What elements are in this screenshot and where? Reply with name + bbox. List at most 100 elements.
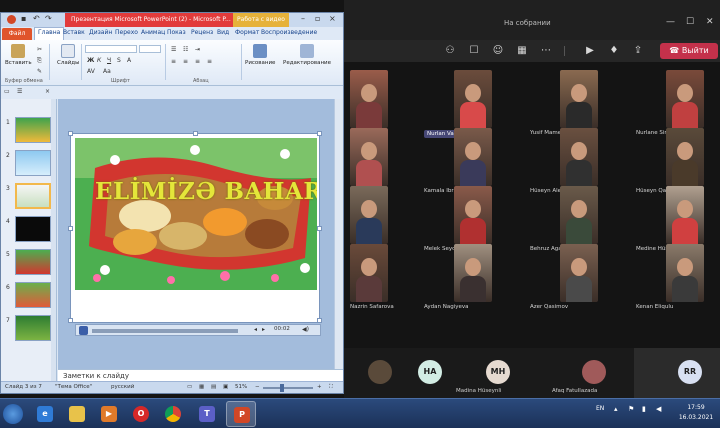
zoom-in-icon[interactable]: +: [317, 384, 322, 390]
resize-handle[interactable]: [68, 131, 73, 136]
participant-video-tile[interactable]: [454, 70, 492, 128]
volume-icon[interactable]: ◀): [302, 326, 309, 333]
participant-video-tile[interactable]: [666, 244, 704, 302]
taskbar-powerpoint[interactable]: P: [226, 401, 256, 427]
slide-thumbnail[interactable]: [15, 117, 51, 143]
tab-insert[interactable]: Вставк: [63, 29, 85, 36]
spacing-icon[interactable]: AV: [87, 68, 95, 75]
justify-icon[interactable]: ≡: [207, 58, 212, 65]
notes-pane[interactable]: Заметки к слайду: [58, 369, 343, 381]
participant-video-tile[interactable]: [666, 128, 704, 186]
video-tools-context-tab[interactable]: Работа с видео: [233, 13, 289, 27]
editing-button[interactable]: Редактирование: [283, 44, 331, 66]
share-screen-icon[interactable]: ⇪: [632, 45, 644, 57]
underline-icon[interactable]: Ч: [107, 57, 111, 64]
network-icon[interactable]: ▮: [642, 405, 646, 413]
tray-expand-icon[interactable]: ▴: [614, 405, 618, 413]
cut-icon[interactable]: ✂: [37, 46, 42, 53]
microphone-icon[interactable]: ♦: [608, 45, 620, 57]
participant-avatar[interactable]: HA: [418, 360, 442, 384]
participant-video-tile[interactable]: [350, 70, 388, 128]
bold-icon[interactable]: Ж: [87, 57, 94, 64]
participant-video-tile[interactable]: [350, 244, 388, 302]
slide-thumbnail[interactable]: [15, 249, 51, 275]
font-name-box[interactable]: [85, 45, 137, 53]
chat-icon[interactable]: ☐: [468, 45, 480, 57]
slide-thumbnail[interactable]: [15, 315, 51, 341]
copy-icon[interactable]: ⎘: [37, 57, 42, 65]
keyboard-language[interactable]: EN: [596, 405, 604, 412]
taskbar-explorer[interactable]: [62, 401, 92, 427]
rooms-icon[interactable]: ▦: [516, 45, 528, 57]
tab-slideshow[interactable]: Показ: [167, 29, 186, 36]
step-forward-icon[interactable]: ▸: [262, 326, 265, 333]
fit-slide-icon[interactable]: ⛶: [329, 384, 333, 391]
participant-video-tile[interactable]: [560, 244, 598, 302]
participant-video-tile[interactable]: [350, 186, 388, 244]
slideshow-view-icon[interactable]: ▣: [223, 384, 228, 390]
align-left-icon[interactable]: ≡: [171, 58, 176, 65]
zoom-out-icon[interactable]: −: [255, 384, 260, 390]
resize-handle[interactable]: [193, 131, 198, 136]
participant-video-tile[interactable]: [560, 70, 598, 128]
font-color-icon[interactable]: A: [127, 57, 131, 64]
drawing-button[interactable]: Рисование: [245, 44, 275, 66]
tab-outline-pane[interactable]: ☰: [17, 88, 22, 95]
participant-video-tile[interactable]: [666, 186, 704, 244]
resize-handle[interactable]: [317, 226, 322, 231]
participant-avatar[interactable]: MH: [486, 360, 510, 384]
language-indicator[interactable]: русский: [111, 384, 134, 390]
resize-handle[interactable]: [317, 318, 322, 323]
reactions-icon[interactable]: ☺: [492, 45, 504, 57]
participant-avatar[interactable]: [368, 360, 392, 384]
tab-animations[interactable]: Анимац: [141, 29, 165, 36]
video-object[interactable]: ELİMİZƏ BAHAR: [75, 138, 317, 290]
close-icon[interactable]: ✕: [706, 17, 714, 27]
step-back-icon[interactable]: ◂: [254, 326, 257, 333]
strikethrough-icon[interactable]: S: [117, 57, 121, 64]
taskbar-chrome[interactable]: [158, 401, 188, 427]
camera-icon[interactable]: ▶: [584, 45, 596, 57]
tab-view[interactable]: Вид: [217, 29, 229, 36]
save-icon[interactable]: ▪: [21, 14, 26, 23]
participant-video-tile[interactable]: [454, 128, 492, 186]
flag-icon[interactable]: ⚑: [628, 405, 634, 413]
italic-icon[interactable]: К: [97, 57, 101, 64]
slide-thumbnail[interactable]: [15, 216, 51, 242]
slide-thumbnail[interactable]: [15, 282, 51, 308]
ppt-minimize-icon[interactable]: –: [301, 14, 305, 23]
taskbar-opera[interactable]: O: [126, 401, 156, 427]
participant-video-tile[interactable]: [454, 186, 492, 244]
maximize-icon[interactable]: ☐: [686, 17, 694, 27]
slide-thumbnail[interactable]: [15, 183, 51, 209]
resize-handle[interactable]: [68, 226, 73, 231]
format-painter-icon[interactable]: ✎: [37, 68, 42, 75]
tab-format[interactable]: Формат: [235, 29, 259, 36]
volume-tray-icon[interactable]: ◀: [656, 405, 661, 413]
participant-video-tile[interactable]: [350, 128, 388, 186]
participants-icon[interactable]: ⚇: [444, 45, 456, 57]
current-slide[interactable]: ELİMİZƏ BAHAR ◂ ▸ 00:02 ◀): [68, 131, 322, 336]
taskbar-clock[interactable]: 17:59 16.03.2021: [676, 403, 716, 423]
case-icon[interactable]: Aa: [103, 68, 111, 75]
taskbar-ie[interactable]: e: [30, 401, 60, 427]
participant-video-tile[interactable]: [666, 70, 704, 128]
undo-icon[interactable]: ↶: [33, 14, 40, 23]
thumbnails-scrollbar[interactable]: [51, 99, 56, 381]
bullets-icon[interactable]: ☰: [171, 46, 176, 53]
normal-view-icon[interactable]: ▭: [187, 384, 192, 390]
ppt-close-icon[interactable]: ×: [329, 14, 336, 23]
more-actions-icon[interactable]: ⋯: [540, 45, 552, 57]
zoom-level[interactable]: 51%: [235, 384, 247, 390]
taskbar-teams[interactable]: T: [192, 401, 222, 427]
taskbar-media[interactable]: ▶: [94, 401, 124, 427]
redo-icon[interactable]: ↷: [45, 14, 52, 23]
participant-avatar[interactable]: [582, 360, 606, 384]
tab-transitions[interactable]: Перехо: [115, 29, 138, 36]
participant-video-tile[interactable]: [560, 186, 598, 244]
slides-button[interactable]: Слайды: [57, 44, 79, 66]
sorter-view-icon[interactable]: ▦: [199, 384, 204, 390]
participant-avatar[interactable]: RR: [678, 360, 702, 384]
leave-meeting-button[interactable]: ☎ Выйти: [660, 43, 718, 59]
play-icon[interactable]: [79, 326, 88, 335]
